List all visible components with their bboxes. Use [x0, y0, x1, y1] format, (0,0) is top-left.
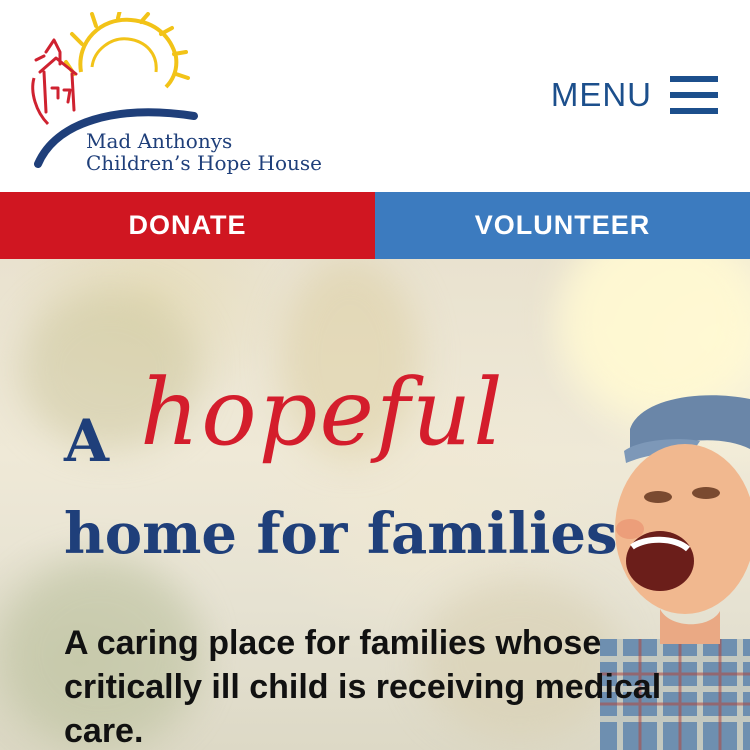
- hero-subtext: A caring place for families whose critic…: [64, 624, 662, 750]
- hero-section: A hopeful home for families A caring pla…: [0, 259, 750, 750]
- volunteer-button[interactable]: VOLUNTEER: [375, 192, 750, 259]
- cta-bar: DONATE VOLUNTEER: [0, 192, 750, 259]
- hamburger-icon: [670, 74, 718, 116]
- logo-line-1: Mad Anthonys: [86, 129, 233, 153]
- logo-line-2: Children’s Hope House: [86, 151, 322, 175]
- menu-button[interactable]: MENU: [551, 72, 718, 118]
- donate-button[interactable]: DONATE: [0, 192, 375, 259]
- headline-script-word: hopeful: [140, 359, 505, 466]
- site-logo[interactable]: Mad Anthonys Children’s Hope House: [26, 12, 326, 182]
- headline-prefix: A: [64, 407, 110, 475]
- menu-label: MENU: [550, 76, 652, 113]
- site-header: Mad Anthonys Children’s Hope House MENU: [0, 0, 750, 192]
- headline-main: home for families: [64, 501, 618, 567]
